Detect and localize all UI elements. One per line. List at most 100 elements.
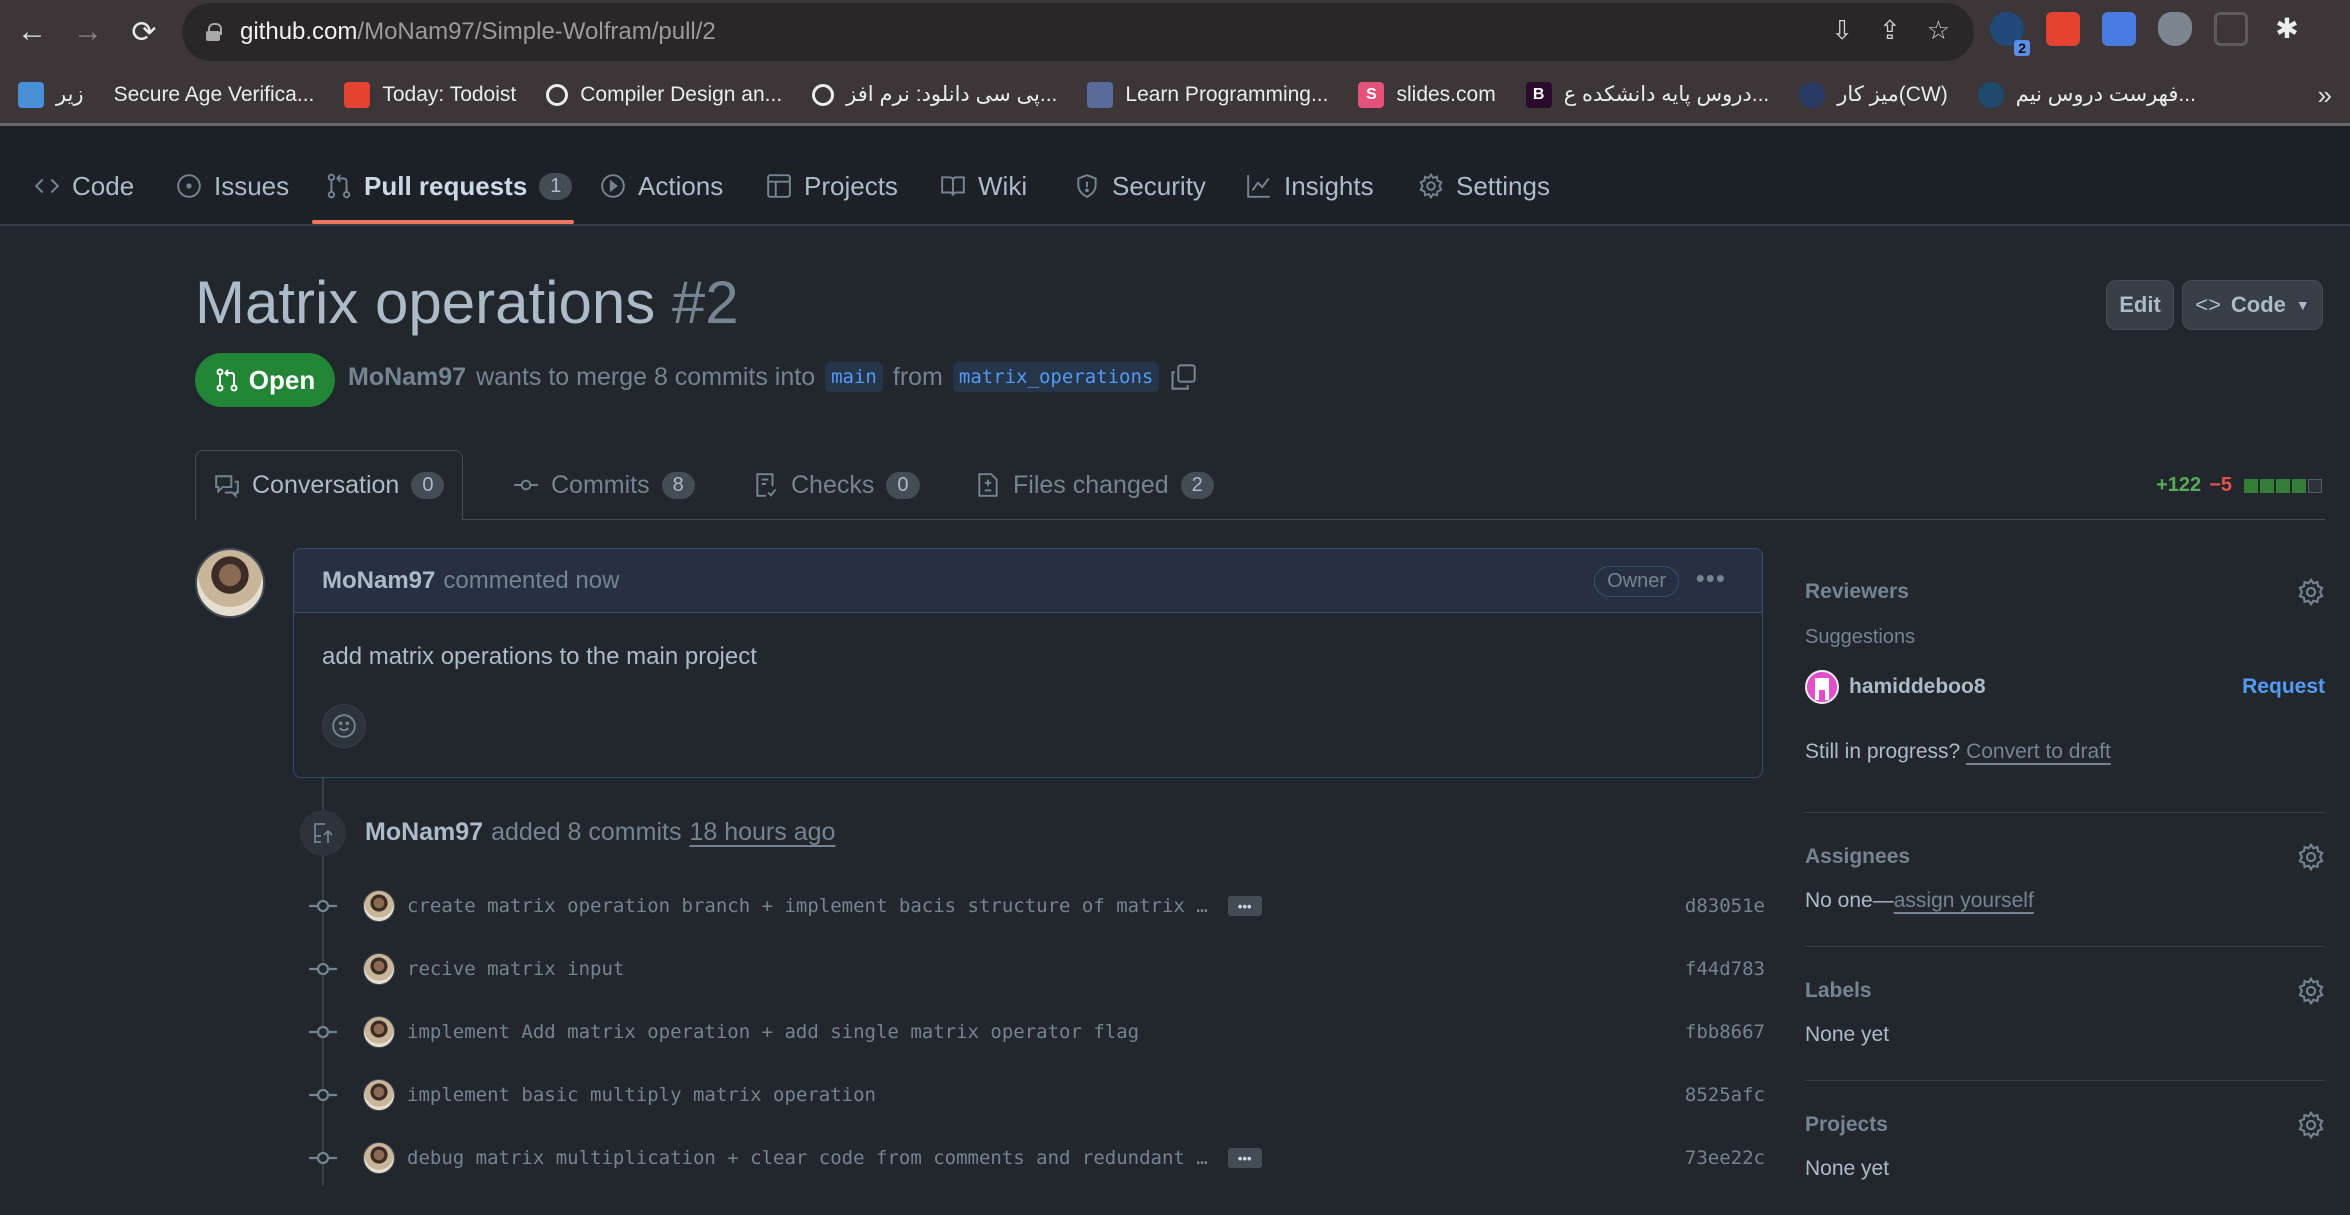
assignees-gear-icon[interactable] [2297,842,2325,872]
base-branch[interactable]: main [825,362,883,392]
expand-commit-message-button[interactable]: ••• [1227,1148,1262,1168]
bookmark-item[interactable]: پی سی دانلود: نرم افز... [812,82,1057,107]
expand-commit-message-button[interactable]: ••• [1227,896,1262,916]
bookmark-item[interactable]: Sslides.com [1358,81,1496,108]
assignees-section: Assignees No one—assign yourself [1805,813,2325,947]
projects-value: None yet [1805,1157,1890,1180]
puzzle-icon[interactable]: ✱ [2270,12,2304,46]
reviewers-title[interactable]: Reviewers [1805,580,1909,604]
back-button[interactable]: ← [14,14,50,50]
commit-author-avatar[interactable] [363,1142,395,1174]
commit-sha[interactable]: 73ee22c [1685,1147,1765,1169]
repo-tab-security[interactable]: Security [1074,166,1206,206]
repo-tab-settings[interactable]: Settings [1418,166,1550,206]
assignees-title[interactable]: Assignees [1805,845,1910,869]
copy-icon[interactable] [1169,363,1197,391]
commit-message[interactable]: create matrix operation branch + impleme… [407,895,1208,917]
assign-yourself-link[interactable]: assign yourself [1894,889,2034,912]
repo-tab-insights[interactable]: Insights [1246,166,1374,206]
code-dropdown-button[interactable]: <> Code ▼ [2182,280,2323,330]
commit-sha[interactable]: fbb8667 [1685,1021,1765,1043]
repo-tab-code[interactable]: Code [34,166,134,206]
request-review-button[interactable]: Request [2242,675,2325,699]
tab-files-changed[interactable]: Files changed 2 [957,450,1232,520]
commit-sha[interactable]: d83051e [1685,895,1765,917]
code-icon: <> [2195,292,2221,317]
comment-timestamp[interactable]: commented now [443,567,619,595]
commit-message[interactable]: implement Add matrix operation + add sin… [407,1021,1139,1043]
bookmark-item[interactable]: میز کار(CW) [1799,81,1948,108]
merge-text: wants to merge 8 commits into [476,362,816,391]
bookmarks-overflow-button[interactable]: » [2318,80,2332,111]
url-text[interactable]: github.com/MoNam97/Simple-Wolfram/pull/2 [240,18,716,46]
install-app-icon[interactable]: ⇩ [1831,15,1853,46]
reviewers-gear-icon[interactable] [2297,577,2325,607]
bookmark-label: Learn Programming... [1125,82,1329,106]
tab-conversation[interactable]: Conversation 0 [195,450,464,521]
bookmark-item[interactable]: Secure Age Verifica... [114,83,315,107]
repo-tab-issues[interactable]: Issues [176,166,289,206]
convert-to-draft-link[interactable]: Convert to draft [1966,740,2111,763]
address-bar[interactable]: github.com/MoNam97/Simple-Wolfram/pull/2… [182,3,1974,61]
reader-extension-icon[interactable] [2214,12,2248,46]
reviewer-avatar[interactable] [1805,670,1839,704]
bookmark-label: Today: Todoist [382,82,517,106]
url-path: /MoNam97/Simple-Wolfram/pull/2 [357,18,716,45]
repo-tab-wiki[interactable]: Wiki [940,166,1027,206]
forward-button[interactable]: → [70,14,106,50]
repo-tab-projects[interactable]: Projects [766,166,898,206]
bookmark-star-icon[interactable]: ☆ [1927,15,1950,46]
pr-sidebar: Reviewers Suggestions hamiddeboo8 Reques… [1805,560,2325,1215]
pr-author-link[interactable]: MoNam97 [348,363,466,392]
comment-author[interactable]: MoNam97 [322,567,435,595]
reviewer-name[interactable]: hamiddeboo8 [1849,675,1986,699]
repo-tab-label: Projects [804,170,898,201]
event-author[interactable]: MoNam97 [365,818,483,847]
url-host: github.com [240,18,358,45]
commit-sha[interactable]: 8525afc [1685,1084,1765,1106]
comment-header: MoNam97 commented now Owner ••• [294,549,1762,613]
translate-extension-icon[interactable] [2102,12,2136,46]
tab-checks[interactable]: Checks 0 [735,450,938,520]
extension-icon[interactable]: 2 [1990,12,2030,56]
bookmark-item[interactable]: فهرست دروس نیم... [1977,81,2196,108]
todoist-extension-icon[interactable] [2046,12,2080,46]
labels-gear-icon[interactable] [2297,976,2325,1006]
repo-tab-label: Code [72,170,135,201]
commit-author-avatar[interactable] [363,890,395,922]
repo-tab-actions[interactable]: Actions [600,166,723,206]
commit-author-avatar[interactable] [363,953,395,985]
commit-message[interactable]: recive matrix input [407,958,624,980]
repo-tab-label: Actions [638,170,724,201]
bookmark-item[interactable]: Today: Todoist [344,81,517,108]
share-icon[interactable]: ⇪ [1879,15,1901,46]
suggested-reviewer: hamiddeboo8 Request [1805,670,2325,704]
projects-title[interactable]: Projects [1805,1113,1888,1137]
bookmark-item[interactable]: زیر [18,81,84,108]
projects-gear-icon[interactable] [2297,1110,2325,1140]
commit-author-avatar[interactable] [363,1079,395,1111]
commit-author-avatar[interactable] [363,1016,395,1048]
labels-title[interactable]: Labels [1805,979,1872,1003]
head-branch[interactable]: matrix_operations [952,362,1160,392]
kebab-menu-icon[interactable]: ••• [1696,563,1726,594]
event-time[interactable]: 18 hours ago [689,818,835,847]
lock-icon [206,23,222,41]
commit-sha[interactable]: f44d783 [1685,958,1765,980]
commit-message[interactable]: implement basic multiply matrix operatio… [407,1084,876,1106]
bookmark-item[interactable]: Learn Programming... [1087,81,1329,108]
repo-tab-pull-requests[interactable]: Pull requests 1 [326,166,573,206]
commit-icon [514,479,538,491]
pr-state-badge: Open [195,353,335,407]
bookmark-item[interactable]: B دروس پایه دانشکده ع... [1525,81,1769,108]
author-avatar[interactable] [195,548,265,618]
add-reaction-button[interactable] [322,704,366,748]
edit-button[interactable]: Edit [2106,280,2174,330]
comment-body: add matrix operations to the main projec… [322,643,757,670]
reload-button[interactable]: ⟳ [126,14,162,50]
globe-icon [812,83,835,106]
bookmark-item[interactable]: Compiler Design an... [546,83,782,107]
tab-commits[interactable]: Commits 8 [495,450,713,520]
commit-message[interactable]: debug matrix multiplication + clear code… [407,1147,1208,1169]
shield-extension-icon[interactable] [2158,12,2192,46]
